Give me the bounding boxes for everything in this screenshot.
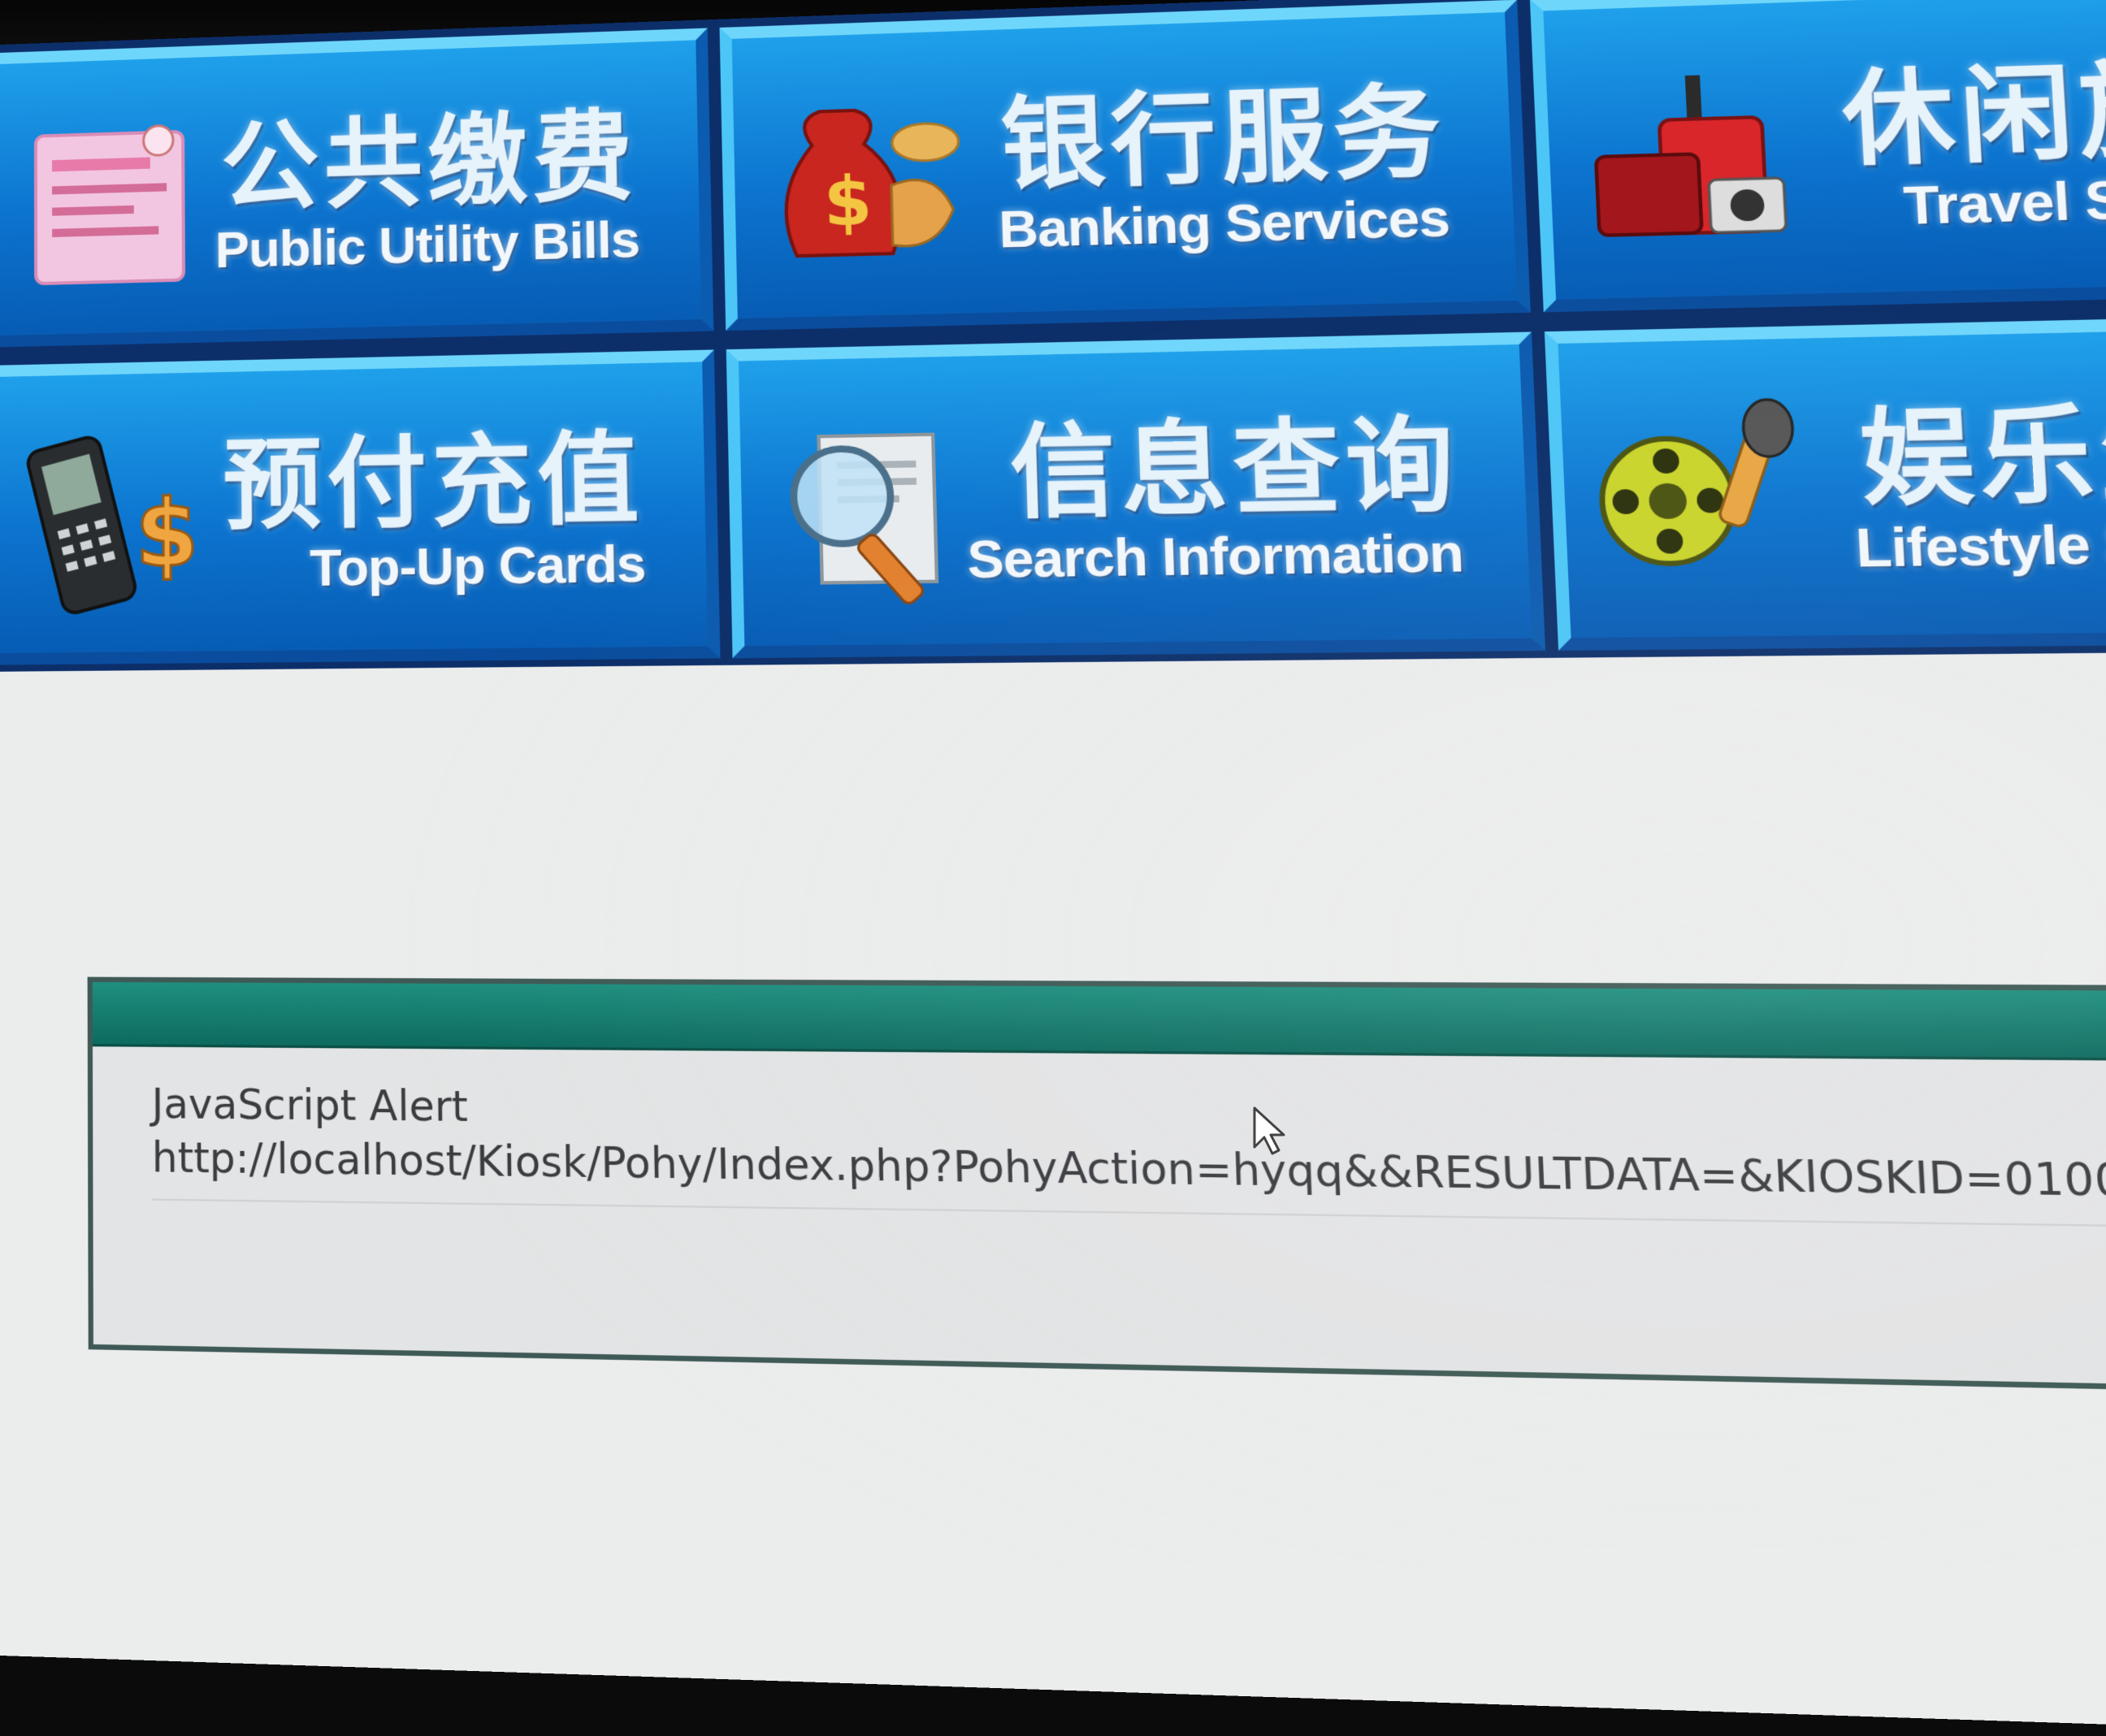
- tile-title-zh: 信息查询: [1008, 381, 1462, 538]
- tile-lifestyle-services[interactable]: 娱乐生活 Lifestyle Services: [1545, 313, 2106, 651]
- bill-icon: [20, 106, 217, 301]
- tile-title-en: Search Information: [967, 522, 1465, 591]
- mouse-pointer-icon: [1251, 1105, 1289, 1157]
- tile-travel-services[interactable]: 休闲旅游 Travel Services: [1530, 0, 2106, 312]
- svg-text:$: $: [135, 479, 199, 588]
- tile-title-zh: 娱乐生活: [1856, 363, 2106, 526]
- service-menu: 公共缴费 Public Utility Bills $ 银行服务 Banking…: [0, 0, 2106, 672]
- svg-text:$: $: [823, 162, 873, 242]
- tile-search-information[interactable]: 信息查询 Search Information: [726, 332, 1545, 659]
- tile-top-up-cards[interactable]: $ 预付充值 Top-Up Cards: [0, 349, 721, 665]
- magnifier-icon: [765, 408, 982, 609]
- content-area: JavaScript Alert http://localhost/Kiosk/…: [0, 651, 2106, 1736]
- tile-title-zh: 公共缴费: [220, 76, 639, 230]
- tile-title-en: Top-Up Cards: [310, 534, 646, 599]
- mobile-phone-icon: $: [20, 422, 219, 618]
- tile-title-en: Banking Services: [998, 187, 1450, 260]
- tile-title-en: Lifestyle Services: [1854, 509, 2106, 580]
- money-bag-icon: $: [759, 81, 973, 282]
- dialog-titlebar[interactable]: [93, 982, 2106, 1064]
- tile-title-en: Travel Services: [1902, 163, 2106, 238]
- dialog-body: JavaScript Alert http://localhost/Kiosk/…: [152, 1077, 2106, 1213]
- luggage-icon: [1573, 54, 1806, 262]
- tile-banking-services[interactable]: $ 银行服务 Banking Services: [720, 0, 1531, 331]
- film-reel-icon: [1588, 392, 1824, 600]
- tile-public-utility-bills[interactable]: 公共缴费 Public Utility Bills: [0, 28, 713, 347]
- tile-title-en: Public Utility Bills: [215, 210, 640, 280]
- kiosk-screen: 公共缴费 Public Utility Bills $ 银行服务 Banking…: [0, 0, 2106, 1736]
- tile-title-zh: 预付充值: [223, 397, 645, 549]
- javascript-alert-dialog: JavaScript Alert http://localhost/Kiosk/…: [88, 977, 2106, 1400]
- tile-title-zh: 银行服务: [999, 49, 1449, 209]
- tile-title-zh: 休闲旅游: [1838, 20, 2106, 186]
